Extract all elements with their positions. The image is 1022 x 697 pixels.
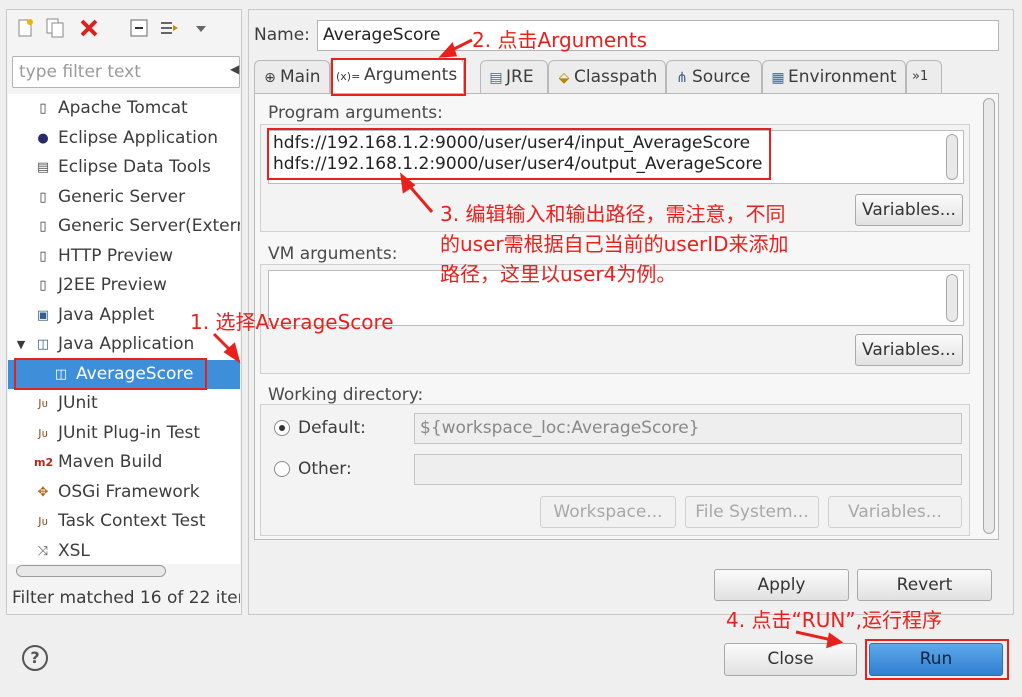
annotation-arrows — [212, 38, 844, 649]
step4-arrow — [795, 630, 833, 642]
step2-arrowhead — [438, 42, 457, 58]
step4-arrowhead — [826, 632, 844, 649]
